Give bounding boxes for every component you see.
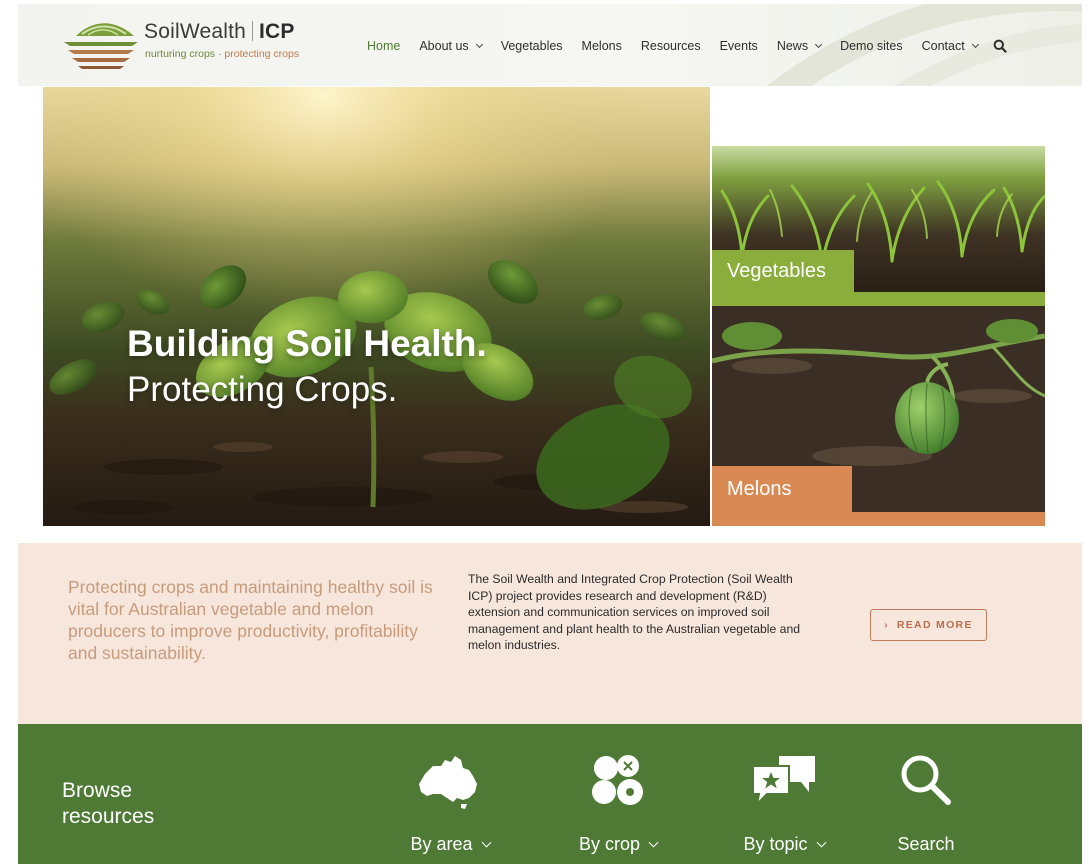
melons-tile-label: Melons bbox=[712, 466, 852, 512]
nav-item-vegetables[interactable]: Vegetables bbox=[501, 39, 563, 53]
melons-tile-bar bbox=[712, 512, 1045, 526]
nav-item-label: Contact bbox=[921, 39, 965, 53]
logo-tagline: nurturing crops · protecting crops bbox=[145, 48, 299, 60]
vegetables-tile-label: Vegetables bbox=[712, 250, 854, 292]
chevron-down-icon bbox=[475, 40, 483, 49]
intro-body-text: The Soil Wealth and Integrated Crop Prot… bbox=[468, 572, 801, 652]
main-nav: Home About us Vegetables Melons Resource… bbox=[367, 39, 1007, 53]
browse-by-area-label: By area bbox=[390, 834, 510, 855]
melons-tile[interactable]: Melons bbox=[712, 306, 1045, 526]
hero-seedlings-image bbox=[43, 87, 710, 526]
site-header: SoilWealth ICP nurturing crops · protecti… bbox=[18, 4, 1082, 86]
chevron-down-icon bbox=[481, 837, 491, 848]
nav-item-label: About us bbox=[419, 39, 469, 53]
vegetables-tile-bar bbox=[712, 292, 1045, 306]
intro-section: Protecting crops and maintaining healthy… bbox=[18, 543, 1082, 724]
browse-by-area[interactable]: By area bbox=[390, 752, 510, 862]
australia-map-icon bbox=[419, 756, 477, 809]
chevron-down-icon bbox=[816, 837, 826, 848]
browse-search[interactable]: Search bbox=[866, 752, 986, 862]
read-more-label: READ MORE bbox=[896, 619, 973, 631]
nav-item-label: Demo sites bbox=[840, 39, 903, 53]
browse-item-label: By crop bbox=[578, 834, 641, 854]
tagline-right: protecting crops bbox=[224, 48, 300, 60]
chevron-down-icon bbox=[815, 40, 823, 49]
browse-by-topic[interactable]: By topic bbox=[724, 752, 844, 862]
nav-item-label: News bbox=[776, 39, 809, 53]
nav-item-demo-sites[interactable]: Demo sites bbox=[840, 39, 903, 53]
topic-chat-icon bbox=[752, 756, 815, 808]
browse-by-crop-label: By crop bbox=[558, 834, 678, 855]
nav-item-contact[interactable]: Contact bbox=[921, 39, 979, 53]
tagline-separator: · bbox=[215, 48, 225, 60]
browse-item-label: By topic bbox=[743, 834, 808, 854]
nav-item-home[interactable]: Home bbox=[367, 39, 400, 53]
nav-item-label: Home bbox=[367, 39, 401, 53]
nav-item-melons[interactable]: Melons bbox=[582, 39, 622, 53]
chevron-down-icon bbox=[971, 40, 979, 49]
nav-item-resources[interactable]: Resources bbox=[641, 39, 701, 53]
logo-name: SoilWealth bbox=[144, 20, 246, 43]
browse-search-label: Search bbox=[897, 834, 955, 854]
site-logo[interactable]: SoilWealth ICP nurturing crops · protecti… bbox=[62, 14, 322, 74]
logo-suffix: ICP bbox=[259, 20, 295, 43]
hero-headline: Building Soil Health. bbox=[127, 323, 487, 364]
tagline-left: nurturing crops bbox=[145, 48, 216, 60]
read-more-button[interactable]: › READ MORE bbox=[870, 609, 987, 641]
nav-item-label: Events bbox=[719, 39, 758, 53]
nav-item-about-us[interactable]: About us bbox=[419, 39, 483, 53]
nav-item-news[interactable]: News bbox=[776, 39, 823, 53]
hero-subheadline: Protecting Crops. bbox=[127, 370, 398, 409]
search-icon bbox=[901, 755, 951, 805]
browse-by-crop[interactable]: By crop bbox=[558, 752, 678, 862]
browse-resources-section: Browse resources By area By crop By topi… bbox=[18, 724, 1082, 864]
vegetables-tile[interactable]: Vegetables bbox=[712, 146, 1045, 306]
browse-by-topic-label: By topic bbox=[724, 834, 844, 855]
logo-field-icon bbox=[64, 23, 138, 69]
chevron-right-icon: › bbox=[884, 619, 889, 631]
nav-item-label: Melons bbox=[581, 39, 622, 53]
chevron-down-icon bbox=[648, 837, 659, 848]
crop-produce-icon bbox=[592, 755, 643, 805]
browse-item-label: By area bbox=[410, 834, 473, 854]
search-icon bbox=[993, 39, 1007, 53]
browse-title-line1: Browse bbox=[62, 779, 133, 802]
hero-banner: Building Soil Health. Protecting Crops. bbox=[43, 87, 710, 526]
browse-title-line2: resources bbox=[62, 805, 155, 828]
intro-lead-text: Protecting crops and maintaining healthy… bbox=[68, 577, 433, 663]
logo-wordmark: SoilWealth ICP bbox=[144, 20, 295, 44]
nav-search-button[interactable] bbox=[993, 39, 1007, 53]
nav-item-label: Resources bbox=[640, 39, 701, 53]
browse-title: Browse resources bbox=[62, 778, 154, 830]
nav-item-label: Vegetables bbox=[500, 39, 563, 53]
nav-item-events[interactable]: Events bbox=[720, 39, 758, 53]
